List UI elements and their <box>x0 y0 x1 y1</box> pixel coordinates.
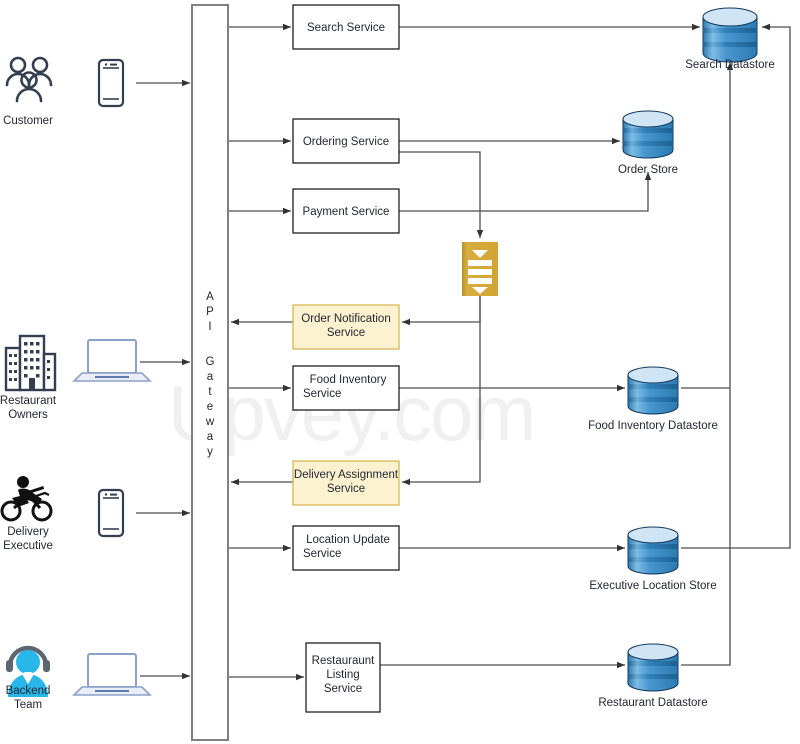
office-building-icon <box>4 334 57 392</box>
delivery-executive-device[interactable] <box>97 488 125 538</box>
customer-actor[interactable]: Customer <box>3 56 53 127</box>
delivery-executive-label: Delivery <box>7 526 49 538</box>
food-inventory-service-label: Service <box>303 388 341 400</box>
edge-payment-service-to-order-store <box>399 172 652 212</box>
gateway-letter: e <box>207 401 213 413</box>
order-store[interactable]: Order Store <box>618 110 678 176</box>
customer-label: Customer <box>3 115 53 127</box>
order-notification-service-label: Order Notification <box>301 313 390 325</box>
delivery-executive-label: Executive <box>3 540 53 552</box>
gateway-letter: I <box>208 321 211 333</box>
search-datastore[interactable]: Search Datastore <box>685 7 775 71</box>
backend-team-actor[interactable]: Backend Team <box>6 645 51 711</box>
restaurant-datastore[interactable]: Restaurant Datastore <box>598 643 708 709</box>
motorcycle-rider-icon <box>0 476 53 522</box>
edge-ordering-service-to-queue <box>399 151 484 238</box>
search-service-label: Search Service <box>307 22 385 34</box>
gateway-letter: A <box>206 291 214 303</box>
message-queue-icon[interactable] <box>462 242 498 296</box>
executive-location-store[interactable]: Executive Location Store <box>589 526 717 592</box>
edge-executive-location-store-to-search-datastore <box>681 23 791 549</box>
delivery-assignment-service-label: Delivery Assignment <box>294 469 399 481</box>
payment-service-label: Payment Service <box>303 206 390 218</box>
order-store-label: Order Store <box>618 164 678 176</box>
restaurant-listing-service-label: Restauraunt <box>312 655 375 667</box>
restaurant-listing-service-label: Service <box>324 683 362 695</box>
restaurant-owners-actor[interactable]: Restaurant Owners <box>0 334 57 421</box>
laptop-icon <box>72 653 152 696</box>
edge-queue-to-order-notification-service <box>402 296 481 326</box>
api-gateway[interactable]: A P I G a t e w a y <box>191 4 229 741</box>
gateway-letter: a <box>207 431 214 443</box>
architecture-diagram-canvas: Upvey.com A P I G a t e w a y Search Ser… <box>0 0 800 744</box>
backend-team-label: Team <box>14 699 42 711</box>
restaurant-owners-label: Restaurant <box>0 395 57 407</box>
edge-queue-to-delivery-assignment-service <box>402 296 481 486</box>
location-update-service[interactable]: Location Update Service <box>292 525 400 571</box>
ordering-service[interactable]: Ordering Service <box>292 118 400 164</box>
gateway-letter: a <box>207 371 214 383</box>
laptop-icon <box>72 339 152 382</box>
delivery-executive-actor[interactable]: Delivery Executive <box>0 476 53 552</box>
backend-team-device[interactable] <box>72 653 152 696</box>
order-notification-service[interactable]: Order Notification Service <box>292 304 400 350</box>
gateway-letter: G <box>206 356 215 368</box>
food-inventory-datastore-label: Food Inventory Datastore <box>588 420 718 432</box>
ordering-service-label: Ordering Service <box>303 136 389 148</box>
delivery-assignment-service-label: Service <box>327 483 365 495</box>
restaurant-datastore-label: Restaurant Datastore <box>598 697 707 709</box>
group-of-people-icon <box>5 56 53 103</box>
restaurant-owners-label: Owners <box>8 409 48 421</box>
executive-location-store-label: Executive Location Store <box>589 580 716 592</box>
smartphone-icon <box>97 488 125 538</box>
food-inventory-service-label: Food Inventory <box>310 374 387 386</box>
food-inventory-datastore[interactable]: Food Inventory Datastore <box>588 366 718 432</box>
backend-team-label: Backend <box>6 685 51 697</box>
diagram-svg: A P I G a t e w a y Search Service Order… <box>0 4 791 741</box>
search-datastore-label: Search Datastore <box>685 59 775 71</box>
order-notification-service-label: Service <box>327 327 365 339</box>
food-inventory-service[interactable]: Food Inventory Service <box>292 365 400 411</box>
restaurant-listing-service-label: Listing <box>326 669 359 681</box>
smartphone-icon <box>97 58 125 108</box>
customer-device[interactable] <box>97 58 125 108</box>
location-update-service-label: Location Update <box>306 534 390 546</box>
search-service[interactable]: Search Service <box>292 4 400 50</box>
gateway-letter: P <box>206 306 214 318</box>
payment-service[interactable]: Payment Service <box>292 188 400 234</box>
restaurant-owner-device[interactable] <box>72 339 152 382</box>
restaurant-listing-service[interactable]: Restauraunt Listing Service <box>305 642 381 713</box>
delivery-assignment-service[interactable]: Delivery Assignment Service <box>292 460 400 506</box>
gateway-letter: w <box>205 416 215 428</box>
gateway-letter: y <box>207 446 213 458</box>
edge-restaurant-datastore-to-search-datastore <box>681 62 734 666</box>
location-update-service-label: Service <box>303 548 341 560</box>
